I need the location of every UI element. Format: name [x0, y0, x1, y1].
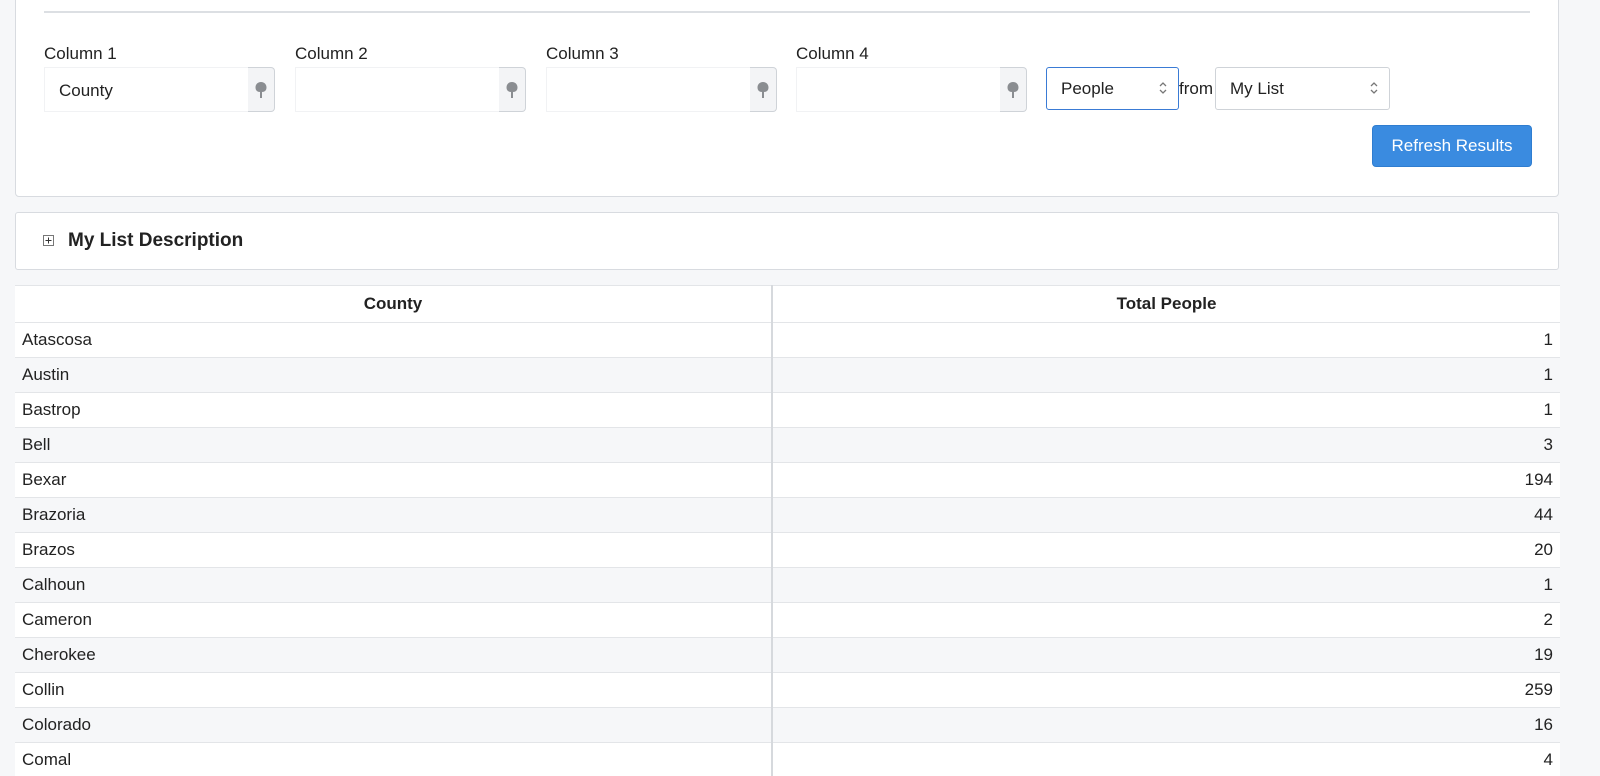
- column-3-picker-button[interactable]: [750, 67, 777, 112]
- table-row: Collin 259: [15, 672, 1560, 708]
- column-1-picker-button[interactable]: [248, 67, 275, 112]
- list-description-title[interactable]: My List Description: [68, 230, 243, 252]
- list-description-panel: My List Description: [15, 212, 1559, 270]
- total-people-cell: 3: [772, 427, 1560, 463]
- county-cell: Calhoun: [15, 567, 773, 603]
- county-cell: Brazoria: [15, 497, 773, 533]
- table-row: Comal 4: [15, 742, 1560, 776]
- table-row: Cherokee 19: [15, 637, 1560, 673]
- table-row: Brazos 20: [15, 532, 1560, 568]
- column-4-input[interactable]: [796, 67, 1006, 112]
- column-3-input[interactable]: [546, 67, 756, 112]
- table-row: Bastrop 1: [15, 392, 1560, 428]
- county-cell: Atascosa: [15, 322, 773, 358]
- column-2-group: Column 2: [295, 43, 526, 112]
- column-2-picker-button[interactable]: [499, 67, 526, 112]
- total-people-cell: 1: [772, 567, 1560, 603]
- total-people-cell: 44: [772, 497, 1560, 533]
- column-header-county[interactable]: County: [15, 285, 773, 323]
- county-cell: Cherokee: [15, 637, 773, 673]
- total-people-cell: 2: [772, 602, 1560, 638]
- county-cell: Collin: [15, 672, 773, 708]
- column-2-input[interactable]: [295, 67, 505, 112]
- county-cell: Colorado: [15, 707, 773, 743]
- total-people-cell: 19: [772, 637, 1560, 673]
- measure-select-value: People: [1061, 79, 1114, 98]
- report-builder-page: Column 1 County Column 2 Column 3 Column…: [0, 0, 1600, 776]
- select-arrows-icon: [1370, 82, 1378, 94]
- measure-select[interactable]: People: [1046, 67, 1179, 110]
- total-people-cell: 20: [772, 532, 1560, 568]
- total-people-cell: 4: [772, 742, 1560, 776]
- total-people-cell: 1: [772, 357, 1560, 393]
- results-table: County Total People Atascosa 1 Austin 1 Bast…: [15, 285, 1560, 776]
- table-header-row: County Total People: [15, 285, 1560, 323]
- column-selection-panel: Column 1 County Column 2 Column 3 Column…: [15, 0, 1559, 197]
- county-cell: Brazos: [15, 532, 773, 568]
- table-row: Austin 1: [15, 357, 1560, 393]
- select-arrows-icon: [1159, 82, 1167, 94]
- from-label: from: [1179, 79, 1213, 98]
- total-people-cell: 1: [772, 322, 1560, 358]
- county-cell: Cameron: [15, 602, 773, 638]
- table-row: Bexar 194: [15, 462, 1560, 498]
- county-cell: Bell: [15, 427, 773, 463]
- column-1-group: Column 1 County: [44, 43, 275, 112]
- county-cell: Comal: [15, 742, 773, 776]
- table-body: Atascosa 1 Austin 1 Bastrop 1 Bell 3 Bexar 194 Bra…: [15, 322, 1560, 776]
- table-row: Calhoun 1: [15, 567, 1560, 603]
- county-cell: Bastrop: [15, 392, 773, 428]
- column-1-label: Column 1: [44, 44, 117, 63]
- column-4-group: Column 4: [796, 43, 1027, 112]
- refresh-results-button[interactable]: Refresh Results: [1372, 125, 1532, 167]
- list-select[interactable]: My List: [1215, 67, 1390, 110]
- total-people-cell: 194: [772, 462, 1560, 498]
- county-cell: Austin: [15, 357, 773, 393]
- expand-icon[interactable]: [43, 235, 54, 246]
- table-row: Colorado 16: [15, 707, 1560, 743]
- tree-icon: [255, 81, 267, 98]
- list-select-value: My List: [1230, 79, 1284, 98]
- total-people-cell: 259: [772, 672, 1560, 708]
- column-1-input[interactable]: County: [44, 67, 254, 112]
- panel-divider: [44, 11, 1530, 13]
- column-4-label: Column 4: [796, 44, 869, 63]
- table-row: Bell 3: [15, 427, 1560, 463]
- table-row: Brazoria 44: [15, 497, 1560, 533]
- table-row: Cameron 2: [15, 602, 1560, 638]
- column-4-picker-button[interactable]: [1000, 67, 1027, 112]
- column-header-total-people[interactable]: Total People: [772, 285, 1560, 323]
- tree-icon: [1007, 81, 1019, 98]
- total-people-cell: 16: [772, 707, 1560, 743]
- column-3-label: Column 3: [546, 44, 619, 63]
- table-row: Atascosa 1: [15, 322, 1560, 358]
- tree-icon: [506, 81, 518, 98]
- tree-icon: [757, 81, 769, 98]
- column-2-label: Column 2: [295, 44, 368, 63]
- column-3-group: Column 3: [546, 43, 777, 112]
- county-cell: Bexar: [15, 462, 773, 498]
- total-people-cell: 1: [772, 392, 1560, 428]
